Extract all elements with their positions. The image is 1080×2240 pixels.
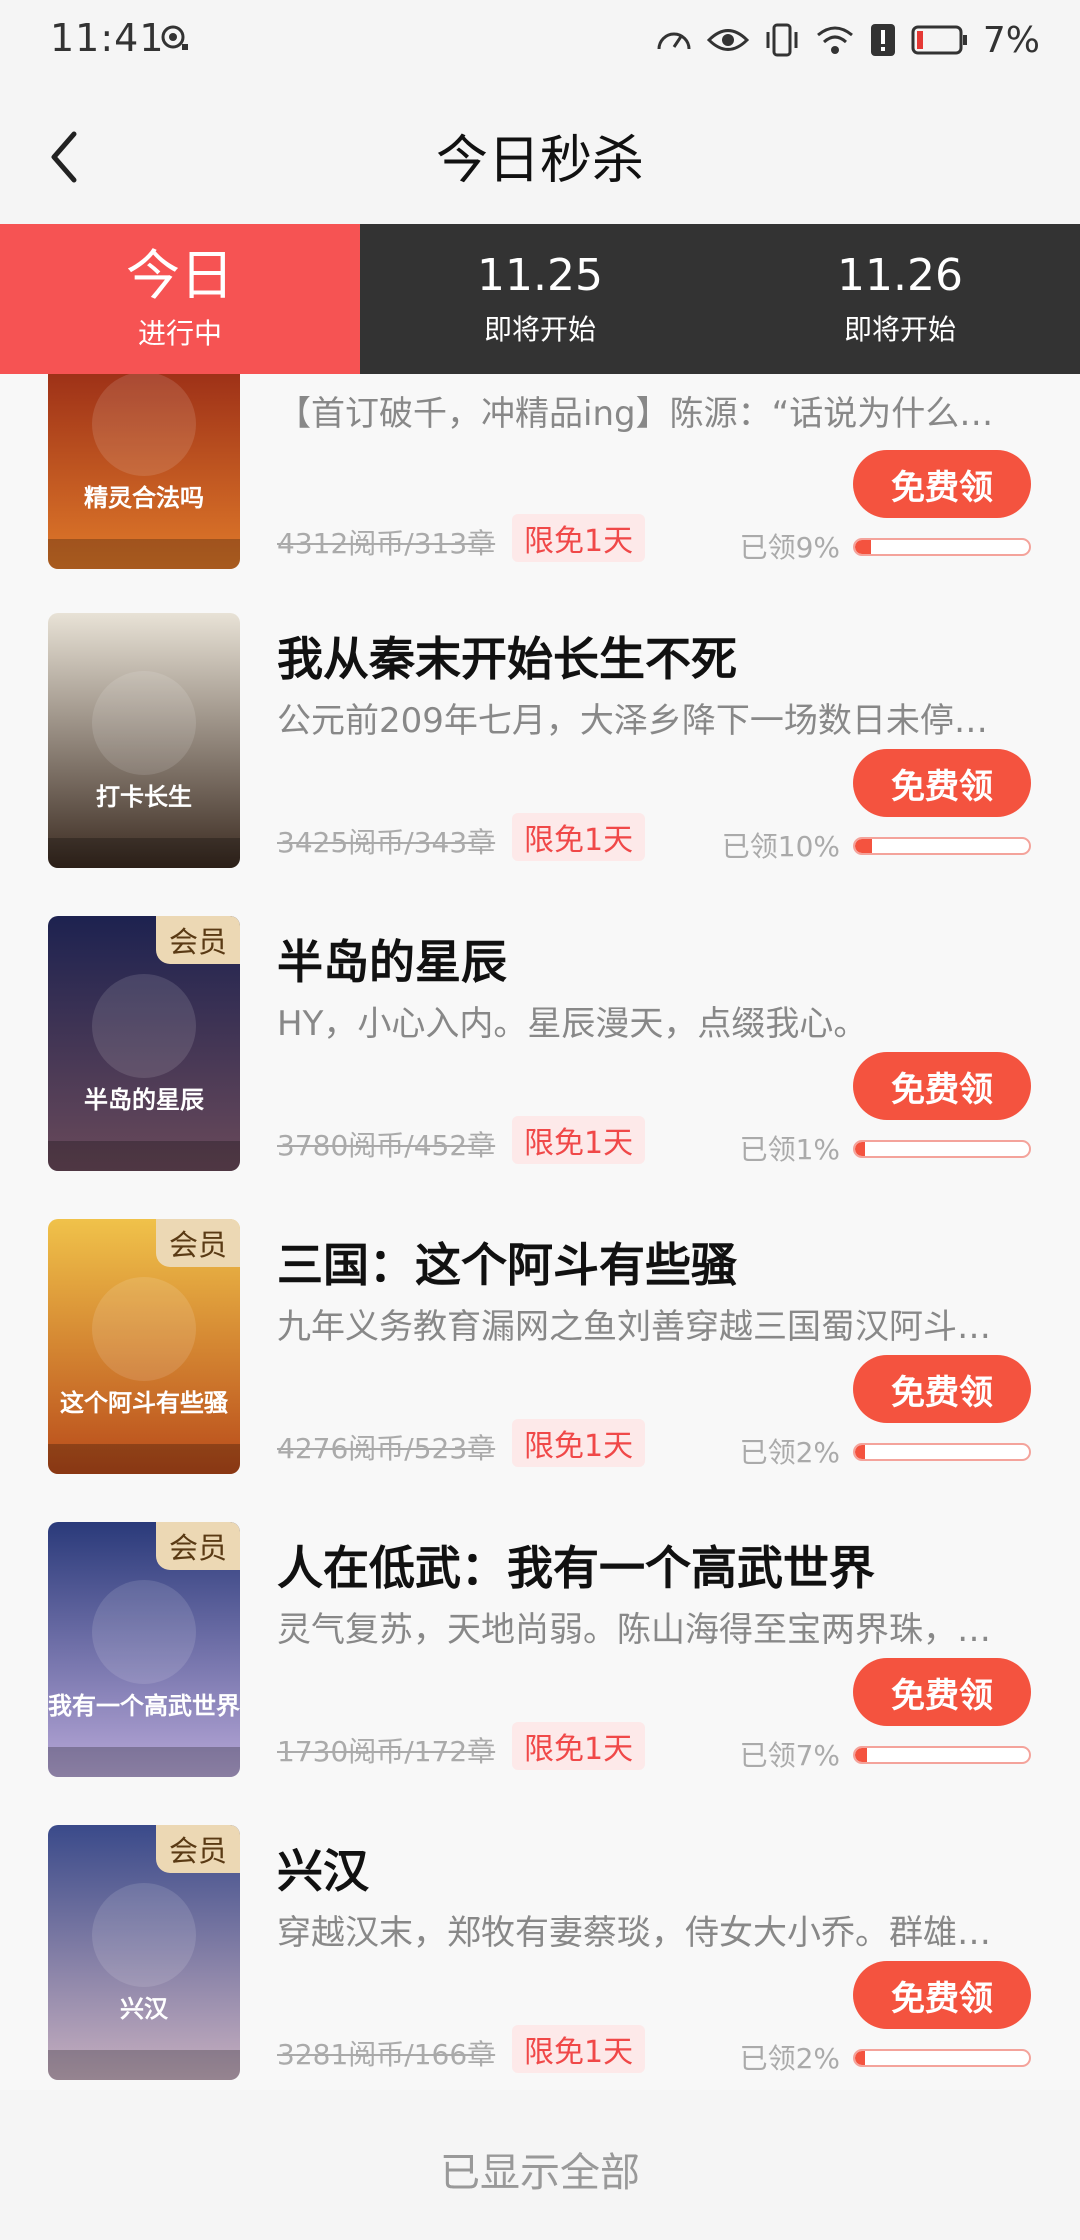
book-cover[interactable]: 半岛的星辰 会员	[48, 916, 240, 1171]
claimed-percent: 已领10%	[721, 830, 840, 863]
vip-badge: 会员	[156, 1219, 240, 1267]
cover-title-text: 兴汉	[120, 1995, 169, 2023]
book-description: 灵气复苏，天地尚弱。陈山海得至宝两界珠，…	[277, 1610, 991, 1650]
limited-free-tag: 限免1天	[512, 1116, 646, 1164]
tab-sub-label: 即将开始	[843, 313, 956, 346]
alert-icon	[870, 24, 895, 56]
battery-icon	[911, 25, 967, 55]
tab-1125[interactable]: 11.25 即将开始	[360, 224, 720, 374]
book-cover[interactable]: 打卡长生	[48, 613, 240, 868]
claimed-percent: 已领2%	[739, 1436, 840, 1469]
tab-main-label: 今日	[126, 244, 234, 307]
status-time: 11:41	[50, 16, 165, 60]
vip-badge: 会员	[156, 1522, 240, 1570]
claimed-progress-fill	[855, 1142, 866, 1156]
claimed-progress-fill	[855, 540, 871, 554]
claim-free-button[interactable]: 免费领	[853, 450, 1031, 518]
tab-main-label: 11.25	[477, 250, 603, 301]
book-item[interactable]: 打卡长生 我从秦末开始长生不死公元前209年七月，大泽乡降下一场数日未停… 3425…	[0, 603, 1080, 906]
claimed-progress-bar	[853, 1140, 1031, 1158]
claimed-progress-fill	[855, 1748, 868, 1762]
claim-free-button[interactable]: 免费领	[853, 1658, 1031, 1726]
eye-icon	[706, 29, 749, 51]
claimed-progress-fill	[855, 839, 873, 853]
book-item[interactable]: 精灵合法吗 【首订破千，冲精品ing】陈源：“话说为什么… 4312阅币/313章限…	[0, 374, 1080, 607]
end-of-list-text: 已显示全部	[440, 2150, 640, 2196]
original-price: 4312阅币/313章	[277, 527, 496, 560]
book-cover[interactable]: 这个阿斗有些骚 会员	[48, 1219, 240, 1474]
book-cover-image: 精灵合法吗	[48, 374, 240, 569]
tab-sub-label: 即将开始	[483, 313, 596, 346]
status-bar: 11:41 7%	[0, 0, 1080, 84]
cover-title-text: 我有一个高武世界	[48, 1692, 240, 1720]
limited-free-tag: 限免1天	[512, 813, 646, 861]
tab-sub-label: 进行中	[137, 317, 222, 350]
claim-free-button[interactable]: 免费领	[853, 1961, 1031, 2029]
claimed-percent: 已领1%	[739, 1133, 840, 1166]
book-description: 【首订破千，冲精品ing】陈源：“话说为什么…	[277, 394, 994, 434]
book-description: HY，小心入内。星辰漫天，点缀我心。	[277, 1004, 868, 1044]
book-description: 穿越汉末，郑牧有妻蔡琰，侍女大小乔。群雄…	[277, 1913, 991, 1953]
book-title[interactable]: 三国：这个阿斗有些骚	[277, 1229, 737, 1295]
cover-title-text: 打卡长生	[96, 783, 192, 811]
book-title[interactable]: 我从秦末开始长生不死	[277, 623, 737, 689]
page-title: 今日秒杀	[435, 131, 644, 191]
original-price: 3281阅币/166章	[277, 2038, 496, 2071]
original-price: 3425阅币/343章	[277, 826, 496, 859]
book-description: 九年义务教育漏网之鱼刘善穿越三国蜀汉阿斗…	[277, 1307, 991, 1347]
claimed-progress-bar	[853, 1443, 1031, 1461]
book-item[interactable]: 我有一个高武世界 会员 人在低武：我有一个高武世界灵气复苏，天地尚弱。陈山海得至宝两…	[0, 1512, 1080, 1815]
original-price: 1730阅币/172章	[277, 1735, 496, 1768]
book-title[interactable]: 人在低武：我有一个高武世界	[277, 1532, 875, 1598]
book-description: 公元前209年七月，大泽乡降下一场数日未停…	[277, 701, 988, 741]
claimed-percent: 已领9%	[739, 531, 840, 564]
status-icons: 7%	[655, 18, 1040, 62]
vip-badge: 会员	[156, 916, 240, 964]
speed-icon	[657, 32, 691, 50]
book-cover-image: 打卡长生	[48, 613, 240, 868]
book-item[interactable]: 半岛的星辰 会员 半岛的星辰 HY，小心入内。星辰漫天，点缀我心。 3780阅币/452…	[0, 906, 1080, 1209]
claimed-progress-fill	[855, 2051, 866, 2065]
original-price: 3780阅币/452章	[277, 1129, 496, 1162]
claimed-progress-bar	[853, 1746, 1031, 1764]
cover-title-text: 这个阿斗有些骚	[60, 1389, 229, 1417]
book-title[interactable]: 兴汉	[277, 1835, 369, 1901]
wifi-icon	[816, 26, 853, 54]
battery-percent: 7%	[982, 19, 1040, 61]
book-cover[interactable]: 兴汉 会员	[48, 1825, 240, 2080]
book-list: 精灵合法吗 【首订破千，冲精品ing】陈源：“话说为什么… 4312阅币/313章限…	[0, 374, 1080, 2090]
claimed-progress-bar	[853, 538, 1031, 556]
claimed-percent: 已领7%	[739, 1739, 840, 1772]
tab-main-label: 11.26	[837, 250, 963, 301]
limited-free-tag: 限免1天	[512, 514, 646, 562]
claimed-progress-bar	[853, 2049, 1031, 2067]
claimed-progress-fill	[855, 1445, 866, 1459]
tab-today[interactable]: 今日 进行中	[0, 224, 360, 374]
claimed-progress-bar	[853, 837, 1031, 855]
tab-1126[interactable]: 11.26 即将开始	[720, 224, 1080, 374]
original-price: 4276阅币/523章	[277, 1432, 496, 1465]
claim-free-button[interactable]: 免费领	[853, 749, 1031, 817]
claim-free-button[interactable]: 免费领	[853, 1355, 1031, 1423]
limited-free-tag: 限免1天	[512, 2025, 646, 2073]
vibrate-icon	[766, 23, 798, 57]
book-item[interactable]: 兴汉 会员 兴汉 穿越汉末，郑牧有妻蔡琰，侍女大小乔。群雄… 3281阅币/166章 限免…	[0, 1815, 1080, 2090]
book-title[interactable]: 半岛的星辰	[277, 926, 507, 992]
cover-title-text: 半岛的星辰	[84, 1086, 204, 1114]
day-tabs: 今日 进行中 11.25 即将开始 11.26 即将开始	[0, 224, 1080, 374]
book-cover[interactable]: 精灵合法吗	[48, 374, 240, 569]
cover-title-text: 精灵合法吗	[84, 484, 204, 512]
book-item[interactable]: 这个阿斗有些骚 会员 三国：这个阿斗有些骚九年义务教育漏网之鱼刘善穿越三国蜀汉阿斗……	[0, 1209, 1080, 1512]
limited-free-tag: 限免1天	[512, 1722, 646, 1770]
book-cover[interactable]: 我有一个高武世界 会员	[48, 1522, 240, 1777]
page-header: 今日秒杀	[0, 84, 1080, 224]
vip-badge: 会员	[156, 1825, 240, 1873]
notification-icon	[161, 25, 188, 50]
claim-free-button[interactable]: 免费领	[853, 1052, 1031, 1120]
limited-free-tag: 限免1天	[512, 1419, 646, 1467]
claimed-percent: 已领2%	[739, 2042, 840, 2075]
